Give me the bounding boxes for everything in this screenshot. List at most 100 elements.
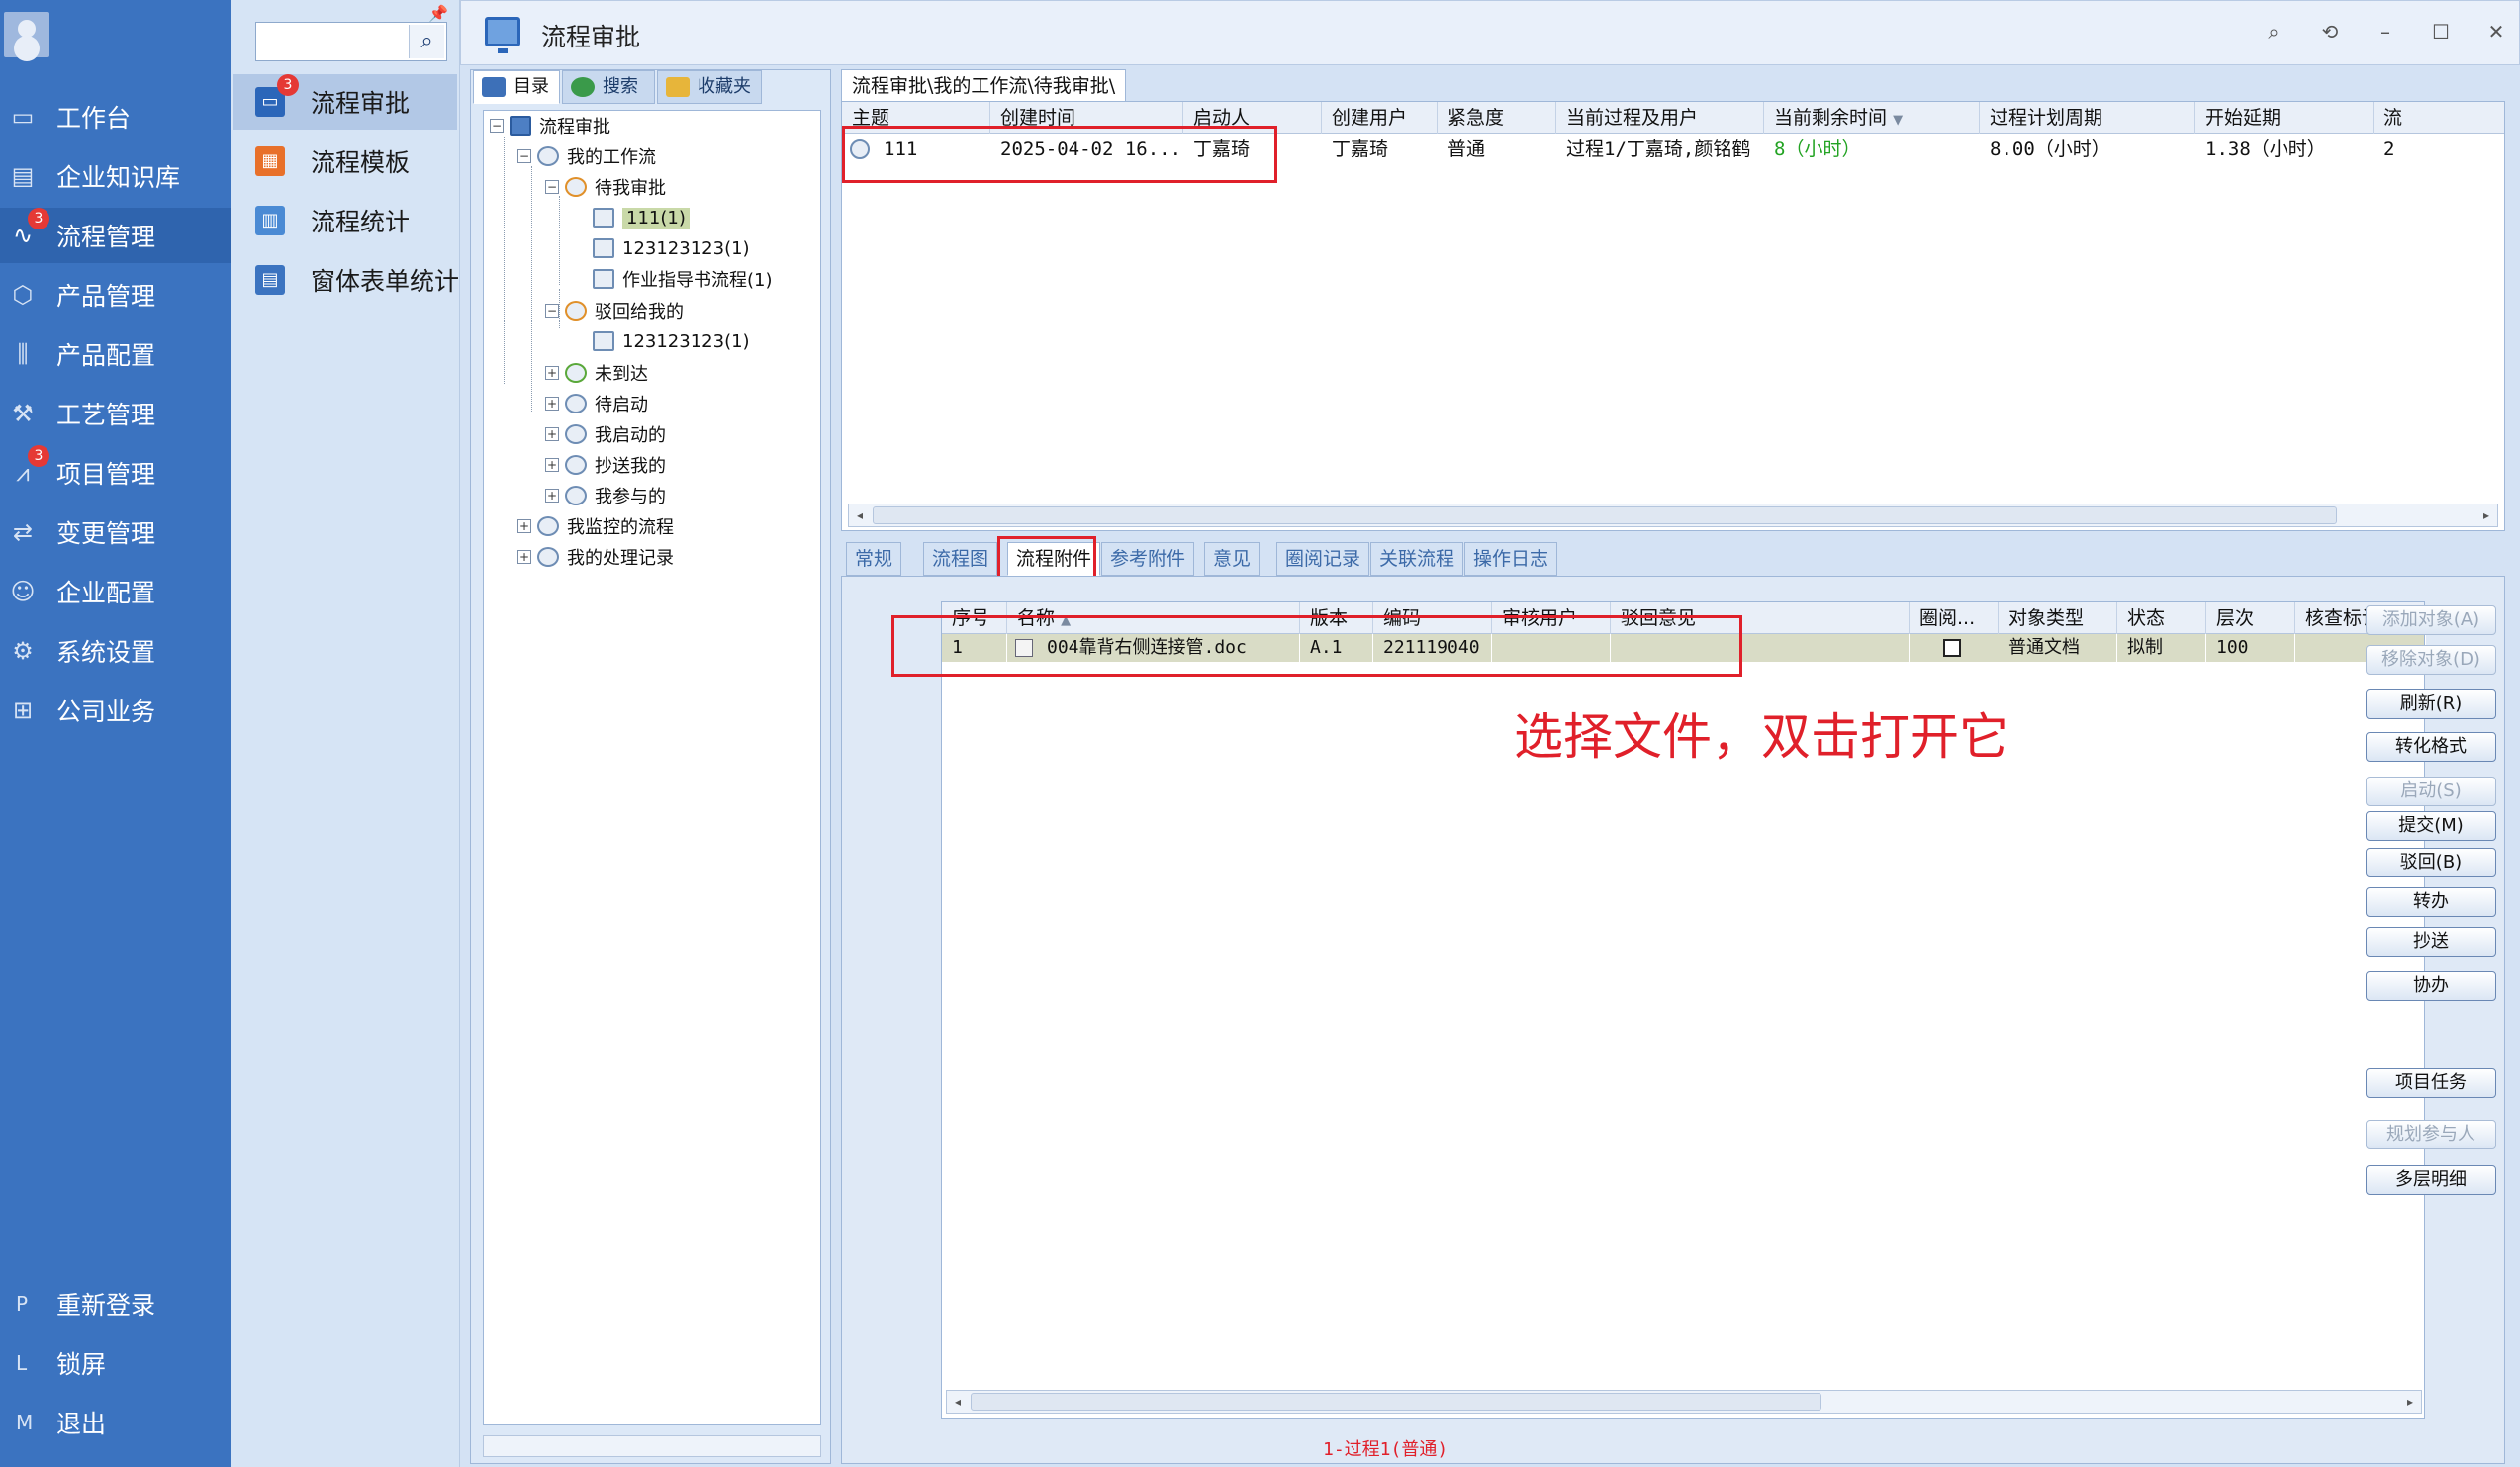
- nav-item-business[interactable]: ⊞ 公司业务: [0, 683, 231, 738]
- tab-favorites[interactable]: 收藏夹: [657, 70, 762, 104]
- search-icon[interactable]: ⌕: [409, 25, 444, 58]
- nav-item-change[interactable]: ⇄ 变更管理: [0, 504, 231, 560]
- start-button[interactable]: 启动(S): [2366, 777, 2496, 806]
- tab-flowchart[interactable]: 流程图: [923, 542, 998, 576]
- scroll-right-icon[interactable]: ▸: [2399, 1391, 2421, 1413]
- tree-node-pending[interactable]: − 待我审批: [545, 172, 666, 202]
- minimize-button[interactable]: –: [2369, 15, 2402, 48]
- column-header[interactable]: 流: [2374, 102, 2506, 134]
- nav-item-product-config[interactable]: ⫼ 产品配置: [0, 326, 231, 382]
- expand-icon[interactable]: +: [545, 458, 559, 472]
- reject-button[interactable]: 驳回(B): [2366, 848, 2496, 877]
- column-header[interactable]: 当前剩余时间 ▼: [1764, 102, 1980, 134]
- sub-nav: 📌 ⌕ ▭ 3 流程审批 ▦ 流程模板 ▥ 流程统计 ▤ 窗体表单统计: [231, 0, 460, 1467]
- tree-node-cc-me[interactable]: + 抄送我的: [545, 450, 666, 480]
- collapse-icon[interactable]: −: [490, 119, 504, 133]
- grid-scrollbar[interactable]: ◂ ▸: [848, 504, 2498, 527]
- cc-button[interactable]: 抄送: [2366, 927, 2496, 957]
- sub-item-template[interactable]: ▦ 流程模板: [233, 134, 457, 189]
- column-header[interactable]: 状态: [2117, 602, 2206, 634]
- monitor-icon: [510, 116, 531, 136]
- plan-participants-button[interactable]: 规划参与人: [2366, 1120, 2496, 1149]
- collapse-icon[interactable]: −: [545, 304, 559, 318]
- maximize-button[interactable]: ☐: [2424, 15, 2458, 48]
- scroll-right-icon[interactable]: ▸: [2475, 504, 2497, 526]
- column-header[interactable]: 开始延期: [2195, 102, 2374, 134]
- tab-reference[interactable]: 参考附件: [1101, 542, 1195, 576]
- transfer-button[interactable]: 转办: [2366, 887, 2496, 917]
- tab-directory[interactable]: 目录: [473, 70, 560, 104]
- sub-item-form-statistics[interactable]: ▤ 窗体表单统计: [233, 252, 459, 308]
- scroll-left-icon[interactable]: ◂: [849, 504, 871, 526]
- expand-icon[interactable]: +: [545, 397, 559, 411]
- refresh-button[interactable]: 刷新(R): [2366, 689, 2496, 719]
- tab-related[interactable]: 关联流程: [1370, 542, 1464, 576]
- logout-button[interactable]: M 退出: [0, 1395, 231, 1450]
- tree-node-root[interactable]: − 流程审批: [490, 111, 610, 140]
- tab-search[interactable]: 搜索: [562, 70, 655, 104]
- collapse-icon[interactable]: −: [517, 149, 531, 163]
- expand-icon[interactable]: +: [545, 366, 559, 380]
- nav-item-enterprise-config[interactable]: ☺ 企业配置: [0, 564, 231, 619]
- multi-level-detail-button[interactable]: 多层明细: [2366, 1165, 2496, 1195]
- search-icon[interactable]: ⌕: [2257, 15, 2290, 48]
- attachment-scrollbar[interactable]: ◂ ▸: [946, 1390, 2422, 1414]
- tree-node-started-by-me[interactable]: + 我启动的: [545, 419, 666, 449]
- tab-opinion[interactable]: 意见: [1204, 542, 1260, 576]
- sub-item-statistics[interactable]: ▥ 流程统计: [233, 193, 457, 248]
- nav-item-process[interactable]: ∿ 3 流程管理: [0, 208, 231, 263]
- assist-button[interactable]: 协办: [2366, 971, 2496, 1001]
- tree-node-monitor[interactable]: + 我监控的流程: [517, 511, 674, 541]
- expand-icon[interactable]: +: [517, 550, 531, 564]
- tree-node-pending-item[interactable]: 作业指导书流程(1): [593, 264, 773, 294]
- tree-node-records[interactable]: + 我的处理记录: [517, 542, 674, 572]
- collapse-icon[interactable]: −: [545, 180, 559, 194]
- nav-item-settings[interactable]: ⚙ 系统设置: [0, 623, 231, 679]
- tree-node-my-workflow[interactable]: − 我的工作流: [517, 141, 656, 171]
- column-header[interactable]: 过程计划周期: [1980, 102, 2195, 134]
- tab-read-records[interactable]: 圈阅记录: [1276, 542, 1370, 576]
- tree-node-pending-item[interactable]: 123123123(1): [593, 233, 750, 263]
- subnav-search-input[interactable]: [260, 27, 401, 56]
- tab-operation-log[interactable]: 操作日志: [1464, 542, 1558, 576]
- nav-item-workbench[interactable]: ▭ 工作台: [0, 89, 231, 144]
- column-header[interactable]: 创建用户: [1322, 102, 1438, 134]
- column-header[interactable]: 层次: [2206, 602, 2295, 634]
- close-button[interactable]: ✕: [2479, 15, 2513, 48]
- tree-node-participated[interactable]: + 我参与的: [545, 481, 666, 510]
- nav-item-craft[interactable]: ⚒ 工艺管理: [0, 386, 231, 441]
- nav-item-product[interactable]: ⬡ 产品管理: [0, 267, 231, 322]
- expand-icon[interactable]: +: [517, 519, 531, 533]
- convert-format-button[interactable]: 转化格式: [2366, 732, 2496, 762]
- tab-general[interactable]: 常规: [846, 542, 902, 576]
- column-header[interactable]: 对象类型: [1999, 602, 2117, 634]
- breadcrumb[interactable]: 流程审批\我的工作流\待我审批\: [841, 69, 1127, 101]
- tree-node-not-arrived[interactable]: + 未到达: [545, 358, 648, 388]
- column-header[interactable]: 紧急度: [1438, 102, 1556, 134]
- pin-icon[interactable]: 📌: [428, 4, 448, 23]
- nav-item-project[interactable]: ⩘ 3 项目管理: [0, 445, 231, 501]
- refresh-icon[interactable]: ⟲: [2313, 15, 2347, 48]
- expand-icon[interactable]: +: [545, 427, 559, 441]
- expand-icon[interactable]: +: [545, 489, 559, 503]
- project-task-button[interactable]: 项目任务: [2366, 1068, 2496, 1098]
- tree-scrollbar[interactable]: [483, 1435, 821, 1457]
- tree-node-to-start[interactable]: + 待启动: [545, 389, 648, 418]
- tree-node-pending-item[interactable]: 111(1): [593, 203, 690, 232]
- nav-item-knowledge[interactable]: ▤ 企业知识库: [0, 148, 231, 204]
- add-object-button[interactable]: 添加对象(A): [2366, 605, 2496, 635]
- tree-node-rejected-item[interactable]: 123123123(1): [593, 326, 750, 356]
- remove-object-button[interactable]: 移除对象(D): [2366, 645, 2496, 675]
- column-header[interactable]: 当前过程及用户: [1556, 102, 1764, 134]
- scroll-left-icon[interactable]: ◂: [947, 1391, 969, 1413]
- read-checkbox[interactable]: [1943, 639, 1961, 657]
- avatar[interactable]: [4, 12, 49, 57]
- scroll-thumb[interactable]: [971, 1393, 1821, 1411]
- sub-item-approval[interactable]: ▭ 3 流程审批: [233, 74, 457, 130]
- scroll-thumb[interactable]: [873, 506, 2337, 524]
- tree-node-rejected[interactable]: − 驳回给我的: [545, 296, 684, 325]
- lock-screen-button[interactable]: L 锁屏: [0, 1335, 231, 1391]
- column-header[interactable]: 圈阅...: [1910, 602, 1999, 634]
- relogin-button[interactable]: P 重新登录: [0, 1276, 231, 1331]
- submit-button[interactable]: 提交(M): [2366, 811, 2496, 841]
